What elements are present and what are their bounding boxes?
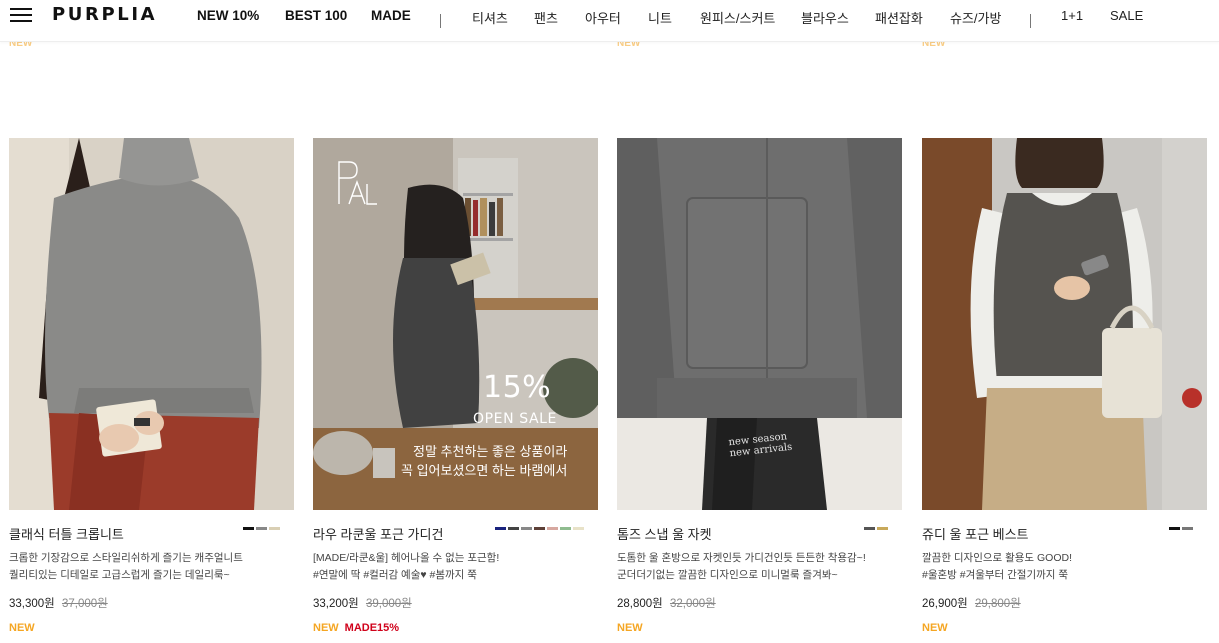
- new-badge: NEW: [617, 622, 643, 634]
- product-description: 크롭한 기장감으로 스타일리쉬하게 즐기는 캐주얼니트 퀄리티있는 디테일로 고…: [9, 550, 294, 584]
- color-swatch: [534, 527, 545, 530]
- product-name[interactable]: 톰즈 스냅 울 자켓: [617, 524, 712, 543]
- sale-label: OPEN SALE: [473, 411, 557, 427]
- color-swatches: [495, 527, 584, 530]
- nav-dress-skirt[interactable]: 원피스/스커트: [700, 8, 775, 27]
- sale-price: 26,900원: [922, 598, 968, 610]
- product-name[interactable]: 쥬디 울 포근 베스트: [922, 524, 1029, 543]
- color-swatch: [877, 527, 888, 530]
- product-badges: NEW MADE15%: [313, 622, 598, 634]
- description-line: #울혼방 #겨울부터 간절기까지 쭉: [922, 569, 1069, 581]
- description-line: #연말에 딱 #컬러감 예술♥ #봄까지 쭉: [313, 569, 477, 581]
- color-swatch: [560, 527, 571, 530]
- sale-message: 꼭 입어보셨으면 하는 바램에서: [401, 463, 568, 478]
- color-swatch: [508, 527, 519, 530]
- new-badge: NEW: [922, 622, 948, 634]
- product-image[interactable]: 15% OPEN SALE 정말 추천하는 좋은 상품이라 꼭 입어보셨으면 하…: [313, 138, 598, 510]
- color-swatch: [243, 527, 254, 530]
- description-line: 깔끔한 디자인으로 활용도 GOOD!: [922, 552, 1073, 564]
- sale-price: 33,300원: [9, 598, 55, 610]
- nav-sale[interactable]: SALE: [1110, 8, 1143, 23]
- site-header: PURPLIA NEW 10% BEST 100 MADE 티셔츠 팬츠 아우터…: [0, 0, 1219, 42]
- price-row: 26,900원 29,800원: [922, 595, 1207, 611]
- product-badges: NEW: [9, 622, 294, 634]
- color-swatch: [864, 527, 875, 530]
- original-price: 32,000원: [669, 598, 716, 610]
- color-swatches: [243, 527, 280, 530]
- price-row: 28,800원 32,000원: [617, 595, 902, 611]
- color-swatch: [1169, 527, 1180, 530]
- nav-accessories[interactable]: 패션잡화: [875, 8, 923, 27]
- product-description: 도톰한 울 혼방으로 자켓인듯 가디건인듯 든든한 착용감~! 군더더기없는 깔…: [617, 550, 902, 584]
- original-price: 39,000원: [365, 598, 412, 610]
- description-line: 크롭한 기장감으로 스타일리쉬하게 즐기는 캐주얼니트: [9, 552, 243, 564]
- nav-knit[interactable]: 니트: [648, 8, 672, 27]
- nav-new[interactable]: NEW 10%: [197, 8, 259, 23]
- nav-blouse[interactable]: 블라우스: [801, 8, 849, 27]
- description-line: 도톰한 울 혼방으로 자켓인듯 가디건인듯 든든한 착용감~!: [617, 552, 866, 564]
- new-badge: NEW: [9, 622, 35, 634]
- description-line: 퀄리티있는 디테일로 고급스럽게 즐기는 데일리룩~: [9, 569, 230, 581]
- nav-shoes-bags[interactable]: 슈즈/가방: [950, 8, 1001, 27]
- product-card[interactable]: 클래식 터틀 크롭니트 크롭한 기장감으로 스타일리쉬하게 즐기는 캐주얼니트 …: [9, 138, 294, 634]
- nav-tshirt[interactable]: 티셔츠: [472, 8, 508, 27]
- nav-pants[interactable]: 팬츠: [534, 8, 558, 27]
- product-name[interactable]: 라우 라쿤울 포근 가디건: [313, 524, 443, 543]
- sale-price: 33,200원: [313, 598, 359, 610]
- sale-message: 정말 추천하는 좋은 상품이라: [413, 444, 568, 459]
- price-row: 33,300원 37,000원: [9, 595, 294, 611]
- color-swatch: [547, 527, 558, 530]
- color-swatch: [256, 527, 267, 530]
- description-line: 군더더기없는 깔끔한 디자인으로 미니멀룩 즐겨봐~: [617, 569, 838, 581]
- made-badge: MADE15%: [344, 622, 400, 634]
- nav-outer[interactable]: 아우터: [585, 8, 621, 27]
- nav-divider: [1030, 14, 1031, 28]
- product-card[interactable]: new season new arrivals 톰즈 스냅 울 자켓 도톰한 울…: [617, 138, 902, 634]
- product-badges: NEW: [617, 622, 902, 634]
- product-image[interactable]: new season new arrivals: [617, 138, 902, 510]
- color-swatch: [269, 527, 280, 530]
- color-swatch: [573, 527, 584, 530]
- product-card[interactable]: 15% OPEN SALE 정말 추천하는 좋은 상품이라 꼭 입어보셨으면 하…: [313, 138, 598, 634]
- product-image[interactable]: [922, 138, 1207, 510]
- color-swatch: [1182, 527, 1193, 530]
- color-swatches: [1169, 527, 1193, 530]
- nav-divider: [440, 14, 441, 28]
- product-image[interactable]: [9, 138, 294, 510]
- original-price: 37,000원: [61, 598, 108, 610]
- product-description: [MADE/라쿤&울] 헤어나올 수 없는 포근함! #연말에 딱 #컬러감 예…: [313, 550, 598, 584]
- sale-percentage: 15%: [483, 370, 552, 405]
- description-line: [MADE/라쿤&울] 헤어나올 수 없는 포근함!: [313, 552, 500, 564]
- product-badges: NEW: [922, 622, 1207, 634]
- color-swatches: [864, 527, 888, 530]
- color-swatch: [521, 527, 532, 530]
- nav-1plus1[interactable]: 1+1: [1061, 8, 1083, 23]
- original-price: 29,800원: [974, 598, 1021, 610]
- new-badge: NEW: [313, 622, 339, 634]
- site-logo[interactable]: PURPLIA: [52, 4, 157, 25]
- sale-price: 28,800원: [617, 598, 663, 610]
- menu-icon[interactable]: [10, 6, 32, 24]
- color-swatch: [495, 527, 506, 530]
- brand-logo-icon: [338, 161, 377, 205]
- price-row: 33,200원 39,000원: [313, 595, 598, 611]
- nav-made[interactable]: MADE: [371, 8, 411, 23]
- product-description: 깔끔한 디자인으로 활용도 GOOD! #울혼방 #겨울부터 간절기까지 쭉: [922, 550, 1207, 584]
- product-card[interactable]: 쥬디 울 포근 베스트 깔끔한 디자인으로 활용도 GOOD! #울혼방 #겨울…: [922, 138, 1207, 634]
- nav-best[interactable]: BEST 100: [285, 8, 347, 23]
- product-name[interactable]: 클래식 터틀 크롭니트: [9, 524, 124, 543]
